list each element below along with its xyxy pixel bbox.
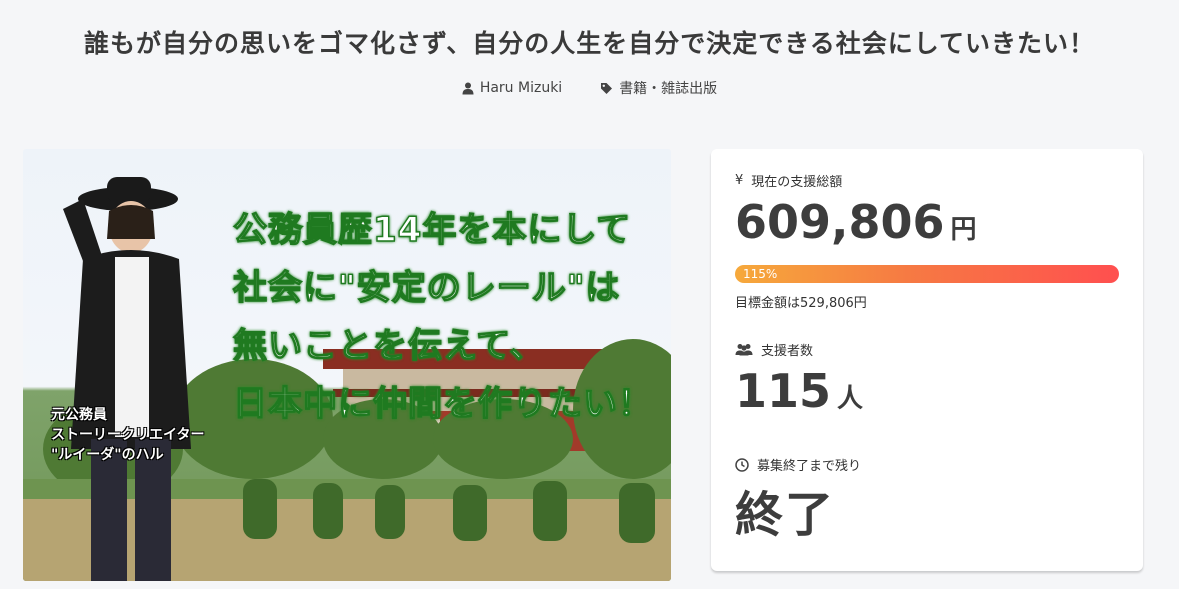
remaining-value: 終了 [735,487,836,543]
author-link[interactable]: Haru Mizuki [462,78,562,98]
tag-icon [601,82,613,94]
supporters-count: 115 [735,364,832,418]
supporters-label: 支援者数 [761,344,814,359]
remaining-label: 募集終了まで残り [757,459,862,474]
project-title: 誰もが自分の思いをゴマ化さず、自分の人生を自分で決定できる社会にしていきたい！ [83,29,1095,58]
supporters-count-row: 115 人 [735,364,863,418]
remaining-label-row: 募集終了まで残り [735,455,861,474]
funding-unit: 円 [950,215,977,245]
progress-bar: 115% [735,265,1119,283]
category-link[interactable]: 書籍・雑誌出版 [600,78,717,98]
yen-icon: ¥ [735,173,744,188]
hero-caption: 元公務員 ストーリークリエイター "ルイーダ"のハル [51,407,205,463]
funding-label: 現在の支援総額 [751,175,843,190]
clock-icon [735,457,749,472]
author-name: Haru Mizuki [479,80,563,96]
funding-amount: 609,806 [735,195,945,249]
funding-amount-row: 609,806 円 [735,195,977,249]
progress-text: 115% [743,267,778,281]
project-meta: Haru Mizuki 書籍・雑誌出版 [0,78,1179,98]
user-icon [462,82,474,94]
users-icon [735,344,753,356]
funding-panel: ¥ 現在の支援総額 609,806 円 115% 目標金額は529,806円 支… [711,149,1143,571]
funding-label-row: ¥ 現在の支援総額 [735,171,842,190]
hero-headline: 公務員歴14年を本にして 社会に"安定のレール"は 無いことを伝えて、 日本中に… [232,209,653,424]
category-name: 書籍・雑誌出版 [619,81,718,97]
supporters-unit: 人 [837,384,864,414]
supporters-label-row: 支援者数 [735,340,813,359]
project-hero-image: 公務員歴14年を本にして 社会に"安定のレール"は 無いことを伝えて、 日本中に… [23,149,671,581]
goal-amount: 目標金額は529,806円 [735,296,867,311]
